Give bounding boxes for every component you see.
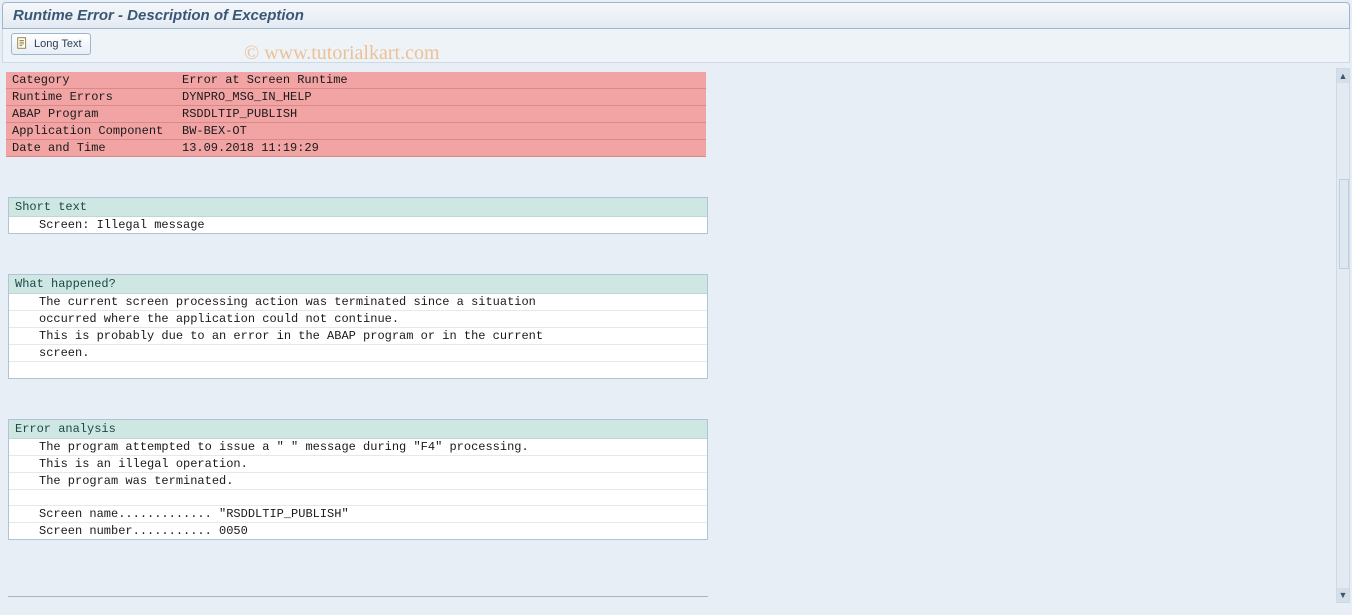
header-row-application-component: Application Component BW-BEX-OT — [6, 123, 706, 140]
what-happened-section: What happened? The current screen proces… — [8, 274, 708, 379]
header-label: Category — [6, 72, 176, 89]
header-value: BW-BEX-OT — [176, 123, 706, 140]
what-happened-body: The current screen processing action was… — [9, 294, 707, 378]
what-happened-line: screen. — [9, 345, 707, 362]
scroll-up-icon[interactable]: ▲ — [1337, 69, 1349, 83]
error-analysis-section: Error analysis The program attempted to … — [8, 419, 708, 540]
short-text-line: Screen: Illegal message — [9, 217, 707, 233]
long-text-button[interactable]: Long Text — [11, 33, 91, 55]
scrollbar-thumb[interactable] — [1339, 179, 1349, 269]
titlebar: Runtime Error - Description of Exception — [2, 2, 1350, 29]
page-title: Runtime Error - Description of Exception — [13, 7, 304, 24]
bottom-divider — [8, 596, 708, 597]
header-value: DYNPRO_MSG_IN_HELP — [176, 89, 706, 106]
header-row-date-time: Date and Time 13.09.2018 11:19:29 — [6, 140, 706, 157]
short-text-section: Short text Screen: Illegal message — [8, 197, 708, 234]
header-label: Application Component — [6, 123, 176, 140]
error-analysis-body: The program attempted to issue a " " mes… — [9, 439, 707, 539]
long-text-icon — [16, 36, 34, 53]
error-analysis-line: The program attempted to issue a " " mes… — [9, 439, 707, 456]
header-label: Runtime Errors — [6, 89, 176, 106]
vertical-scrollbar[interactable]: ▲ ▼ — [1336, 68, 1350, 603]
header-label: Date and Time — [6, 140, 176, 157]
what-happened-line: This is probably due to an error in the … — [9, 328, 707, 345]
header-row-abap-program: ABAP Program RSDDLTIP_PUBLISH — [6, 106, 706, 123]
content-area: Category Error at Screen Runtime Runtime… — [2, 68, 1334, 603]
error-analysis-line: The program was terminated. — [9, 473, 707, 490]
error-analysis-line — [9, 490, 707, 506]
error-header-table: Category Error at Screen Runtime Runtime… — [6, 72, 706, 157]
what-happened-line: occurred where the application could not… — [9, 311, 707, 328]
header-label: ABAP Program — [6, 106, 176, 123]
what-happened-title: What happened? — [9, 275, 707, 294]
scroll-down-icon[interactable]: ▼ — [1337, 588, 1349, 602]
header-row-category: Category Error at Screen Runtime — [6, 72, 706, 89]
short-text-title: Short text — [9, 198, 707, 217]
short-text-body: Screen: Illegal message — [9, 217, 707, 233]
header-row-runtime-errors: Runtime Errors DYNPRO_MSG_IN_HELP — [6, 89, 706, 106]
error-analysis-line: This is an illegal operation. — [9, 456, 707, 473]
what-happened-line: The current screen processing action was… — [9, 294, 707, 311]
header-value: 13.09.2018 11:19:29 — [176, 140, 706, 157]
header-value: RSDDLTIP_PUBLISH — [176, 106, 706, 123]
toolbar: Long Text — [2, 29, 1350, 63]
error-analysis-title: Error analysis — [9, 420, 707, 439]
error-analysis-line: Screen number........... 0050 — [9, 523, 707, 539]
long-text-button-label: Long Text — [34, 38, 82, 50]
error-analysis-line: Screen name............. "RSDDLTIP_PUBLI… — [9, 506, 707, 523]
what-happened-line — [9, 362, 707, 378]
header-value: Error at Screen Runtime — [176, 72, 706, 89]
